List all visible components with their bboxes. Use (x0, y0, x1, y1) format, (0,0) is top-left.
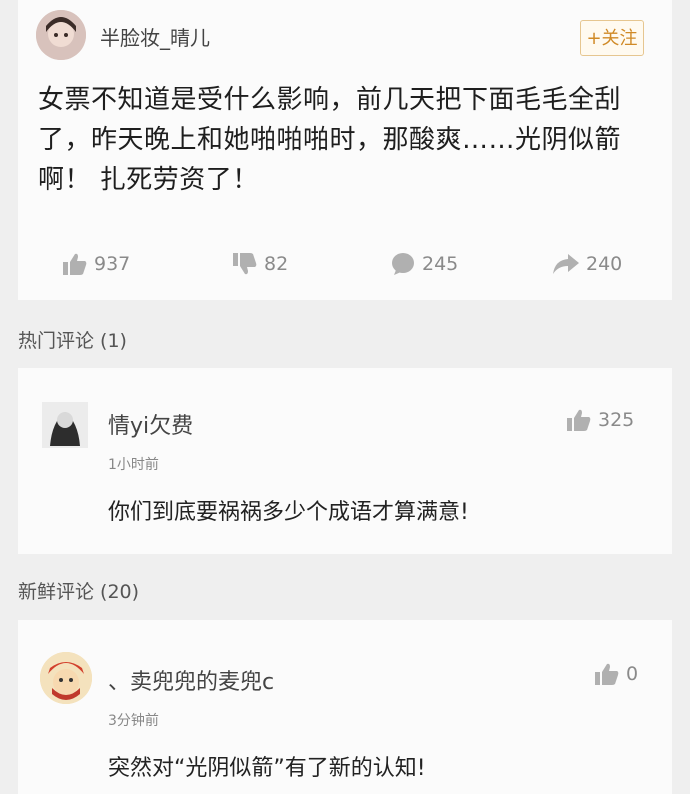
like-count: 937 (94, 253, 131, 275)
share-count: 240 (586, 253, 623, 275)
post-body: 女票不知道是受什么影响，前几天把下面毛毛全刮了，昨天晚上和她啪啪啪时，那酸爽……… (38, 85, 622, 195)
share-button[interactable]: 240 (552, 244, 622, 284)
thumbs-up-icon (567, 409, 591, 431)
avatar-image (36, 10, 86, 60)
post-author-name[interactable]: 半脸妆_晴儿 (100, 22, 210, 51)
hot-comment-like-button[interactable]: 325 (566, 408, 634, 432)
fresh-comment-card: 、卖兜兜的麦兜c 3分钟前 突然对“光阴似箭”有了新的认知! 0 (18, 620, 672, 794)
fresh-comments-heading: 新鲜评论 (20) (18, 581, 140, 603)
hot-comments-heading: 热门评论 (1) (18, 330, 127, 352)
like-button[interactable]: 937 (62, 244, 130, 284)
hot-comment-like-count: 325 (598, 409, 635, 431)
fresh-comment-text: 突然对“光阴似箭”有了新的认知! (108, 756, 426, 781)
hot-commenter-name[interactable]: 情yi欠费 (108, 408, 193, 440)
hot-comment-card: 情yi欠费 1小时前 你们到底要祸祸多少个成语才算满意! 325 (18, 368, 672, 554)
post-card: 半脸妆_晴儿 +关注 女票不知道是受什么影响，前几天把下面毛毛全刮了，昨天晚上和… (18, 0, 672, 300)
follow-button[interactable]: +关注 (580, 20, 644, 56)
post-author-avatar[interactable] (36, 10, 86, 60)
fresh-commenter-avatar[interactable] (40, 652, 92, 704)
comment-button[interactable]: 245 (390, 244, 458, 284)
hot-commenter-avatar[interactable] (42, 402, 88, 448)
comment-bubble-icon (392, 253, 414, 275)
avatar-image (40, 652, 92, 704)
thumbs-up-icon (595, 663, 619, 685)
thumbs-up-icon (63, 253, 87, 275)
hot-comment-time: 1小时前 (108, 457, 159, 473)
post-actions-bar: 937 82 245 240 (18, 244, 672, 284)
thumbs-down-icon (233, 253, 257, 275)
fresh-comment-time: 3分钟前 (108, 713, 159, 729)
fresh-commenter-name[interactable]: 、卖兜兜的麦兜c (108, 664, 274, 696)
hot-comment-text: 你们到底要祸祸多少个成语才算满意! (108, 500, 469, 525)
avatar-image (42, 402, 88, 448)
fresh-comment-like-count: 0 (626, 663, 639, 685)
dislike-button[interactable]: 82 (232, 244, 288, 284)
dislike-count: 82 (264, 253, 289, 275)
fresh-comment-like-button[interactable]: 0 (594, 662, 638, 686)
comment-count: 245 (422, 253, 459, 275)
share-arrow-icon (553, 254, 579, 274)
